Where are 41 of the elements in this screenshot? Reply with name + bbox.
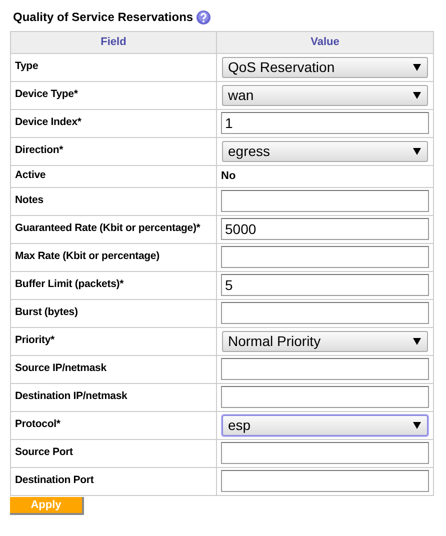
column-header: Field bbox=[10, 32, 216, 53]
field-label: Direction* bbox=[10, 137, 216, 165]
field-label: Source Port bbox=[10, 439, 216, 467]
caret-icon bbox=[413, 148, 421, 154]
input-field[interactable] bbox=[221, 358, 429, 380]
input-field[interactable]: 5000 bbox=[221, 218, 429, 240]
help-icon[interactable] bbox=[196, 10, 212, 24]
input-field[interactable]: 5 bbox=[221, 274, 429, 296]
column-header: Value bbox=[216, 32, 434, 53]
caret-icon bbox=[413, 422, 421, 428]
field-label: Device Index* bbox=[10, 109, 216, 137]
field-label: Guaranteed Rate (Kbit or percentage)* bbox=[10, 215, 216, 243]
field-value: No bbox=[216, 165, 434, 187]
caret-icon bbox=[413, 338, 421, 344]
caret-icon bbox=[413, 92, 421, 98]
field-label: Protocol* bbox=[10, 411, 216, 439]
field-label: Type bbox=[10, 53, 216, 81]
dropdown[interactable]: wan bbox=[222, 84, 428, 106]
dropdown[interactable]: esp bbox=[222, 414, 428, 436]
section-title: Quality of Service Reservations bbox=[13, 9, 194, 26]
field-label: Buffer Limit (packets)* bbox=[10, 271, 216, 299]
input-field[interactable]: 1 bbox=[221, 112, 429, 134]
input-field[interactable] bbox=[221, 442, 429, 464]
input-field[interactable] bbox=[221, 386, 429, 408]
field-label: Destination IP/netmask bbox=[10, 383, 216, 411]
dropdown[interactable]: QoS Reservation bbox=[222, 56, 428, 78]
field-label: Device Type* bbox=[10, 81, 216, 109]
dropdown[interactable]: egress bbox=[222, 140, 428, 162]
input-field[interactable] bbox=[221, 470, 429, 492]
field-label: Active bbox=[10, 165, 216, 187]
input-field[interactable] bbox=[221, 246, 429, 268]
dropdown[interactable]: Normal Priority bbox=[222, 330, 428, 352]
field-label: Burst (bytes) bbox=[10, 299, 216, 327]
input-field[interactable] bbox=[221, 302, 429, 324]
field-label: Max Rate (Kbit or percentage) bbox=[10, 243, 216, 271]
field-label: Source IP/netmask bbox=[10, 355, 216, 383]
field-label: Notes bbox=[10, 187, 216, 215]
field-label: Priority* bbox=[10, 327, 216, 355]
input-field[interactable] bbox=[221, 190, 429, 212]
field-label: Destination Port bbox=[10, 467, 216, 495]
caret-icon bbox=[413, 64, 421, 70]
